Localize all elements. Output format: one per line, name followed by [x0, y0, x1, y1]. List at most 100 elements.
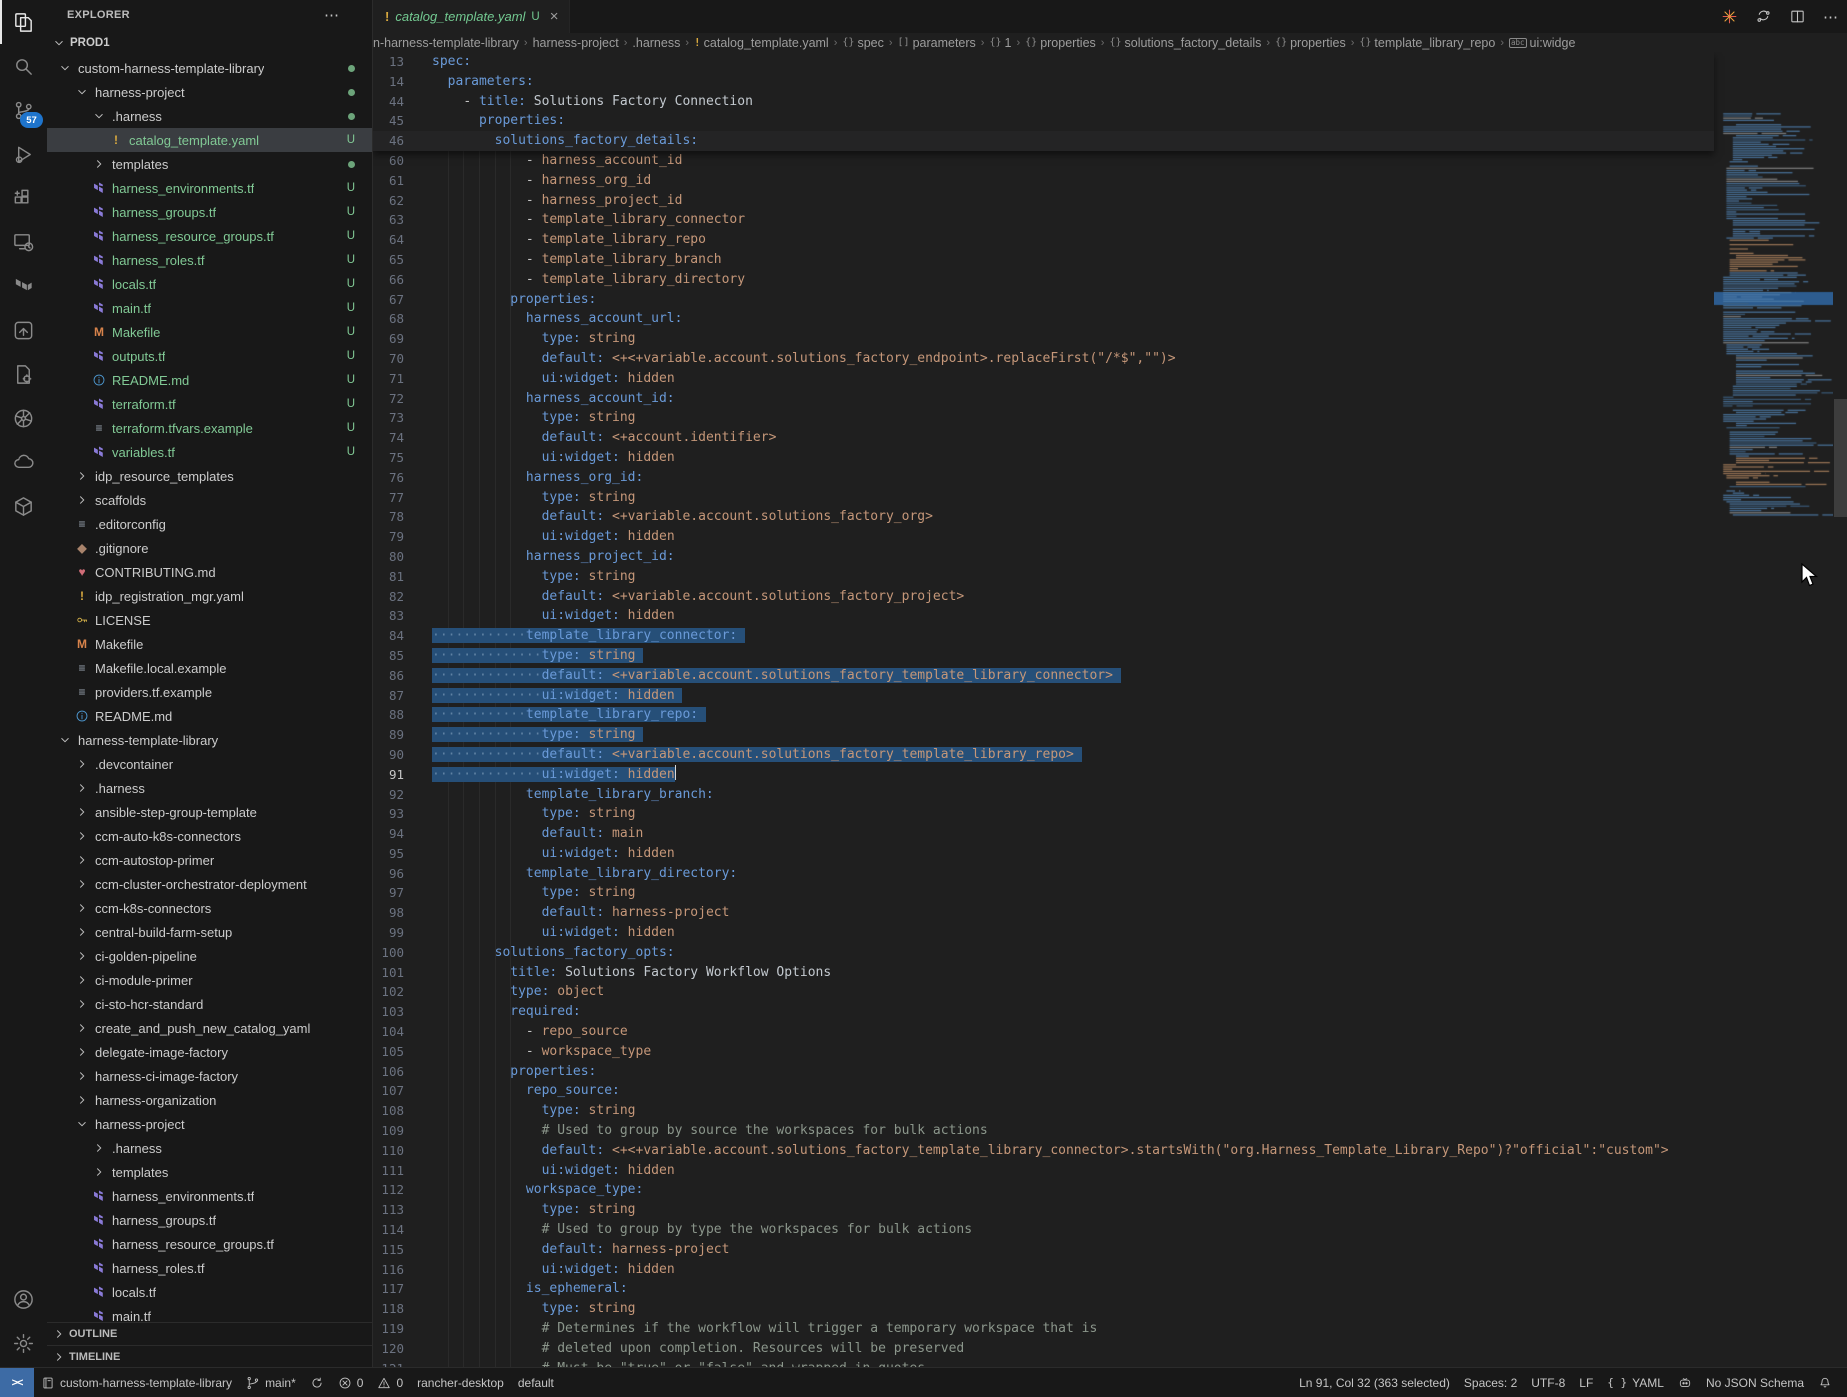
split-editor-icon[interactable] — [1787, 7, 1807, 27]
breadcrumb-item[interactable]: {}spec — [842, 36, 883, 50]
folder-harness-project[interactable]: harness-project — [47, 1112, 372, 1136]
activity-kubernetes-icon[interactable] — [0, 396, 47, 440]
file-readme-md[interactable]: README.mdU — [47, 368, 372, 392]
code-line-92[interactable]: 92 template_library_branch: — [373, 785, 1847, 805]
status-lf[interactable]: LF — [1572, 1376, 1600, 1390]
file-main-tf[interactable]: main.tfU — [47, 296, 372, 320]
folder-scaffolds[interactable]: scaffolds — [47, 488, 372, 512]
breadcrumb-item[interactable]: []parameters — [898, 36, 976, 50]
code-line-91[interactable]: 91··············ui:widget: hidden — [373, 765, 1847, 785]
status-refresh[interactable] — [303, 1368, 331, 1397]
activity-explorer-icon[interactable] — [0, 0, 47, 44]
code-line-98[interactable]: 98 default: harness-project — [373, 903, 1847, 923]
activity-cloud-icon[interactable] — [0, 440, 47, 484]
vertical-scrollbar[interactable] — [1834, 399, 1847, 517]
code-line-102[interactable]: 102 type: object — [373, 982, 1847, 1002]
code-line-107[interactable]: 107 repo_source: — [373, 1081, 1847, 1101]
breadcrumb-item[interactable]: !catalog_template.yaml — [694, 36, 829, 50]
code-line-78[interactable]: 78 default: <+variable.account.solutions… — [373, 507, 1847, 527]
activity-remote-explorer-icon[interactable] — [0, 220, 47, 264]
code-line-108[interactable]: 108 type: string — [373, 1101, 1847, 1121]
folder-harness-ci-image-factory[interactable]: harness-ci-image-factory — [47, 1064, 372, 1088]
folder-idp-resource-templates[interactable]: idp_resource_templates — [47, 464, 372, 488]
folder-delegate-image-factory[interactable]: delegate-image-factory — [47, 1040, 372, 1064]
code-line-67[interactable]: 67 properties: — [373, 290, 1847, 310]
file-harness-groups-tf[interactable]: harness_groups.tf — [47, 1208, 372, 1232]
file--editorconfig[interactable]: ≡.editorconfig — [47, 512, 372, 536]
breadcrumb-item[interactable]: {}solutions_factory_details — [1109, 36, 1261, 50]
status-spaces-2[interactable]: Spaces: 2 — [1457, 1376, 1524, 1390]
folder-ccm-cluster-orchestrator-deployment[interactable]: ccm-cluster-orchestrator-deployment — [47, 872, 372, 896]
code-line-101[interactable]: 101 title: Solutions Factory Workflow Op… — [373, 963, 1847, 983]
code-line-105[interactable]: 105 - workspace_type — [373, 1042, 1847, 1062]
breadcrumb-item[interactable]: harness-project — [533, 36, 619, 50]
code-line-96[interactable]: 96 template_library_directory: — [373, 864, 1847, 884]
code-line-63[interactable]: 63 - template_library_connector — [373, 210, 1847, 230]
code-line-109[interactable]: 109 # Used to group by source the worksp… — [373, 1121, 1847, 1141]
folder-harness-template-library[interactable]: harness-template-library — [47, 728, 372, 752]
activity-source-control-icon[interactable]: 57 — [0, 88, 47, 132]
code-line-111[interactable]: 111 ui:widget: hidden — [373, 1161, 1847, 1181]
code-line-84[interactable]: 84············template_library_connector… — [373, 626, 1847, 646]
code-line-79[interactable]: 79 ui:widget: hidden — [373, 527, 1847, 547]
code-line-97[interactable]: 97 type: string — [373, 883, 1847, 903]
breadcrumb-item[interactable]: n-harness-template-library — [373, 36, 519, 50]
activity-account-icon[interactable] — [0, 1277, 47, 1321]
code-line-75[interactable]: 75 ui:widget: hidden — [373, 448, 1847, 468]
status-braces[interactable]: { }YAML — [1600, 1376, 1671, 1390]
file-contributing-md[interactable]: ♥CONTRIBUTING.md — [47, 560, 372, 584]
code-line-64[interactable]: 64 - template_library_repo — [373, 230, 1847, 250]
status-error[interactable]: 0 — [331, 1368, 371, 1397]
code-line-69[interactable]: 69 type: string — [373, 329, 1847, 349]
file-harness-roles-tf[interactable]: harness_roles.tfU — [47, 248, 372, 272]
folder-harness-project[interactable]: harness-project — [47, 80, 372, 104]
file-idp-registration-mgr-yaml[interactable]: !idp_registration_mgr.yaml — [47, 584, 372, 608]
breadcrumb-item[interactable]: {}properties — [1025, 36, 1096, 50]
file-makefile-local-example[interactable]: ≡Makefile.local.example — [47, 656, 372, 680]
code-line-94[interactable]: 94 default: main — [373, 824, 1847, 844]
activity-terraform-icon[interactable] — [0, 264, 47, 308]
file-harness-environments-tf[interactable]: harness_environments.tfU — [47, 176, 372, 200]
file-harness-resource-groups-tf[interactable]: harness_resource_groups.tf — [47, 1232, 372, 1256]
code-line-77[interactable]: 77 type: string — [373, 488, 1847, 508]
code-line-116[interactable]: 116 ui:widget: hidden — [373, 1260, 1847, 1280]
section-outline[interactable]: OUTLINE — [47, 1322, 372, 1345]
code-line-114[interactable]: 114 # Used to group by type the workspac… — [373, 1220, 1847, 1240]
code-line-82[interactable]: 82 default: <+variable.account.solutions… — [373, 587, 1847, 607]
folder-templates[interactable]: templates — [47, 152, 372, 176]
folder-ccm-auto-k8s-connectors[interactable]: ccm-auto-k8s-connectors — [47, 824, 372, 848]
code-line-62[interactable]: 62 - harness_project_id — [373, 191, 1847, 211]
code-line-13[interactable]: 13spec: — [373, 52, 1714, 72]
status-repo[interactable]: custom-harness-template-library — [34, 1368, 239, 1397]
folder--devcontainer[interactable]: .devcontainer — [47, 752, 372, 776]
code-line-89[interactable]: 89··············type: string — [373, 725, 1847, 745]
code-line-95[interactable]: 95 ui:widget: hidden — [373, 844, 1847, 864]
code-line-71[interactable]: 71 ui:widget: hidden — [373, 369, 1847, 389]
star-burst-icon[interactable] — [1719, 7, 1739, 27]
more-actions-icon[interactable]: ⋯ — [1821, 7, 1841, 27]
folder-central-build-farm-setup[interactable]: central-build-farm-setup — [47, 920, 372, 944]
code-line-100[interactable]: 100 solutions_factory_opts: — [373, 943, 1847, 963]
code-line-74[interactable]: 74 default: <+account.identifier> — [373, 428, 1847, 448]
status-copilot[interactable] — [1671, 1376, 1699, 1390]
code-line-118[interactable]: 118 type: string — [373, 1299, 1847, 1319]
activity-extensions-icon[interactable] — [0, 176, 47, 220]
activity-container-cube-icon[interactable] — [0, 484, 47, 528]
code-line-88[interactable]: 88············template_library_repo: — [373, 705, 1847, 725]
file--gitignore[interactable]: ◆.gitignore — [47, 536, 372, 560]
code-line-14[interactable]: 14 parameters: — [373, 72, 1714, 92]
code-line-81[interactable]: 81 type: string — [373, 567, 1847, 587]
status-ln-91-col-32-363-selected-[interactable]: Ln 91, Col 32 (363 selected) — [1292, 1376, 1457, 1390]
folder--harness[interactable]: .harness — [47, 776, 372, 800]
code-line-110[interactable]: 110 default: <+<+variable.account.soluti… — [373, 1141, 1847, 1161]
code-line-60[interactable]: 60 - harness_account_id — [373, 151, 1847, 171]
code-line-87[interactable]: 87··············ui:widget: hidden — [373, 686, 1847, 706]
file-terraform-tf[interactable]: terraform.tfU — [47, 392, 372, 416]
activity-terraform-graph-icon[interactable] — [0, 308, 47, 352]
folder-custom-harness-template-library[interactable]: custom-harness-template-library — [47, 56, 372, 80]
status-bell[interactable] — [1811, 1376, 1839, 1390]
file-catalog-template-yaml[interactable]: !catalog_template.yamlU — [47, 128, 372, 152]
file-harness-roles-tf[interactable]: harness_roles.tf — [47, 1256, 372, 1280]
code-line-66[interactable]: 66 - template_library_directory — [373, 270, 1847, 290]
code-line-80[interactable]: 80 harness_project_id: — [373, 547, 1847, 567]
